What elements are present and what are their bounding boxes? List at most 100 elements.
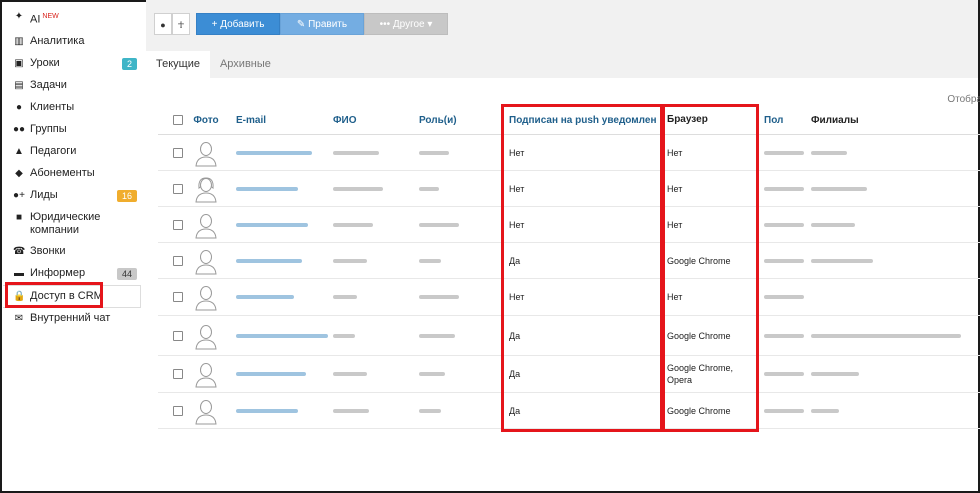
sidebar-item-label: Внутренний чат bbox=[30, 311, 111, 324]
user-avatar-icon bbox=[195, 399, 217, 424]
branches-cell bbox=[807, 356, 975, 392]
row-checkbox[interactable] bbox=[173, 183, 183, 194]
sidebar-item-analytics[interactable]: ▥ Аналитика bbox=[3, 31, 141, 53]
browser-name: Google Chrome bbox=[667, 330, 731, 341]
email-cell[interactable] bbox=[224, 171, 328, 206]
redacted-text bbox=[811, 408, 839, 413]
main-area: ● ☥ + Добавить ✎ Править ••• Другое ▾ Те… bbox=[146, 0, 980, 458]
col-push[interactable]: Подписан на push уведомления bbox=[499, 106, 657, 134]
user-avatar-icon bbox=[195, 176, 217, 202]
edit-button[interactable]: ✎ Править bbox=[280, 13, 364, 35]
count-badge: 2 bbox=[121, 57, 137, 70]
browser-name: Google Chrome bbox=[667, 405, 731, 416]
sidebar-item-ai[interactable]: ✦ AI NEW bbox=[3, 6, 141, 31]
push-cell: Нет bbox=[499, 207, 657, 242]
redacted-text bbox=[333, 150, 379, 155]
other-dropdown-button[interactable]: ••• Другое ▾ bbox=[364, 13, 448, 35]
email-cell[interactable] bbox=[224, 243, 328, 278]
sidebar-item-label: Клиенты bbox=[30, 100, 75, 113]
sidebar-item-lessons[interactable]: ▣ Уроки 2 bbox=[3, 53, 141, 75]
accessibility-icon: ☥ bbox=[177, 20, 185, 30]
sidebar-item-label: Группы bbox=[30, 122, 67, 135]
fio-cell bbox=[328, 356, 416, 392]
row-checkbox[interactable] bbox=[173, 147, 183, 158]
select-all-checkbox[interactable] bbox=[173, 115, 183, 125]
sidebar-item-leads[interactable]: ●+ Лиды 16 bbox=[3, 185, 141, 207]
clipboard-icon: ▤ bbox=[14, 79, 24, 91]
table-row[interactable]: Нет Нет bbox=[158, 135, 980, 171]
new-badge: NEW bbox=[42, 13, 59, 20]
photo-cell bbox=[188, 135, 224, 170]
browser-cell: Нет bbox=[657, 279, 757, 315]
col-email[interactable]: E-mail bbox=[224, 106, 328, 134]
tab-0[interactable]: Текущие bbox=[146, 51, 210, 78]
role-cell bbox=[416, 279, 499, 315]
browser-cell: Нет bbox=[657, 135, 757, 170]
table-row[interactable]: Нет Нет bbox=[158, 207, 980, 243]
browser-name: Google Chrome bbox=[667, 255, 731, 266]
col-gender[interactable]: Пол bbox=[757, 106, 807, 134]
redacted-text bbox=[333, 222, 373, 227]
col-role[interactable]: Роль(и) bbox=[416, 106, 499, 134]
sidebar-item-legal[interactable]: ■ Юридические компании bbox=[3, 207, 141, 241]
row-checkbox[interactable] bbox=[173, 292, 183, 302]
sidebar-item-groups[interactable]: ●● Группы bbox=[3, 119, 141, 141]
envelope-icon: ✉ bbox=[14, 312, 24, 324]
col-foto[interactable]: Фото bbox=[188, 106, 224, 134]
add-button[interactable]: + Добавить bbox=[196, 13, 280, 35]
table-row[interactable]: Да Google Chrome bbox=[158, 243, 980, 279]
email-cell[interactable] bbox=[224, 393, 328, 428]
user-avatar-icon bbox=[195, 141, 217, 166]
email-cell[interactable] bbox=[224, 135, 328, 170]
gender-cell bbox=[757, 135, 807, 170]
user-avatar-icon bbox=[195, 324, 217, 349]
tab-1[interactable]: Архивные bbox=[210, 51, 281, 78]
photo-cell bbox=[188, 393, 224, 428]
row-checkbox[interactable] bbox=[173, 255, 183, 266]
map-icon: ▥ bbox=[14, 35, 24, 47]
redacted-text bbox=[419, 372, 445, 376]
push-cell: Нет bbox=[499, 171, 657, 206]
row-select-cell bbox=[158, 279, 188, 315]
branches-cell bbox=[807, 135, 975, 170]
table-row[interactable]: Да Google Chrome bbox=[158, 316, 980, 356]
sidebar-item-chat[interactable]: ✉ Внутренний чат bbox=[3, 308, 141, 330]
accessibility-view-button[interactable]: ☥ bbox=[172, 13, 190, 35]
sidebar-item-teachers[interactable]: ▲ Педагоги bbox=[3, 141, 141, 163]
col-branches: Филиалы bbox=[811, 114, 859, 126]
browser-cell: Google Chrome, Opera bbox=[657, 356, 757, 392]
sidebar-item-label: Педагоги bbox=[30, 144, 77, 157]
email-cell[interactable] bbox=[224, 356, 328, 392]
browser-cell: Google Chrome bbox=[657, 393, 757, 428]
redacted-text bbox=[236, 186, 298, 191]
row-checkbox[interactable] bbox=[173, 405, 183, 416]
user-avatar-icon bbox=[195, 363, 217, 388]
user-view-button[interactable]: ● bbox=[154, 13, 172, 35]
col-fio[interactable]: ФИО bbox=[328, 106, 416, 134]
table-row[interactable]: Да Google Chrome bbox=[158, 393, 980, 429]
redacted-text bbox=[333, 372, 367, 376]
redacted-text bbox=[764, 372, 804, 376]
email-cell[interactable] bbox=[224, 316, 328, 355]
row-checkbox[interactable] bbox=[173, 369, 183, 379]
table-row[interactable]: Да Google Chrome, Opera bbox=[158, 356, 980, 393]
sidebar-item-calls[interactable]: ☎ Звонки bbox=[3, 241, 141, 263]
email-cell[interactable] bbox=[224, 279, 328, 315]
table-row[interactable]: Нет Нет bbox=[158, 279, 980, 316]
sidebar-item-clients[interactable]: ● Клиенты bbox=[3, 97, 141, 119]
role-cell bbox=[416, 356, 499, 392]
push-cell: Да bbox=[499, 316, 657, 355]
sidebar-item-subscriptions[interactable]: ◆ Абонементы bbox=[3, 163, 141, 185]
row-checkbox[interactable] bbox=[173, 330, 183, 341]
email-cell[interactable] bbox=[224, 207, 328, 242]
users-icon: ●● bbox=[13, 123, 26, 135]
table-row[interactable]: Нет Нет bbox=[158, 171, 980, 207]
sidebar-item-tasks[interactable]: ▤ Задачи bbox=[3, 75, 141, 97]
browser-name: Нет bbox=[667, 183, 683, 194]
role-cell bbox=[416, 243, 499, 278]
push-cell: Да bbox=[499, 243, 657, 278]
display-control-label[interactable]: Отобра bbox=[947, 94, 980, 105]
sidebar-item-label: Юридические компании bbox=[30, 210, 101, 236]
row-checkbox[interactable] bbox=[173, 219, 183, 230]
sparkle-icon: ✦ bbox=[14, 11, 24, 22]
